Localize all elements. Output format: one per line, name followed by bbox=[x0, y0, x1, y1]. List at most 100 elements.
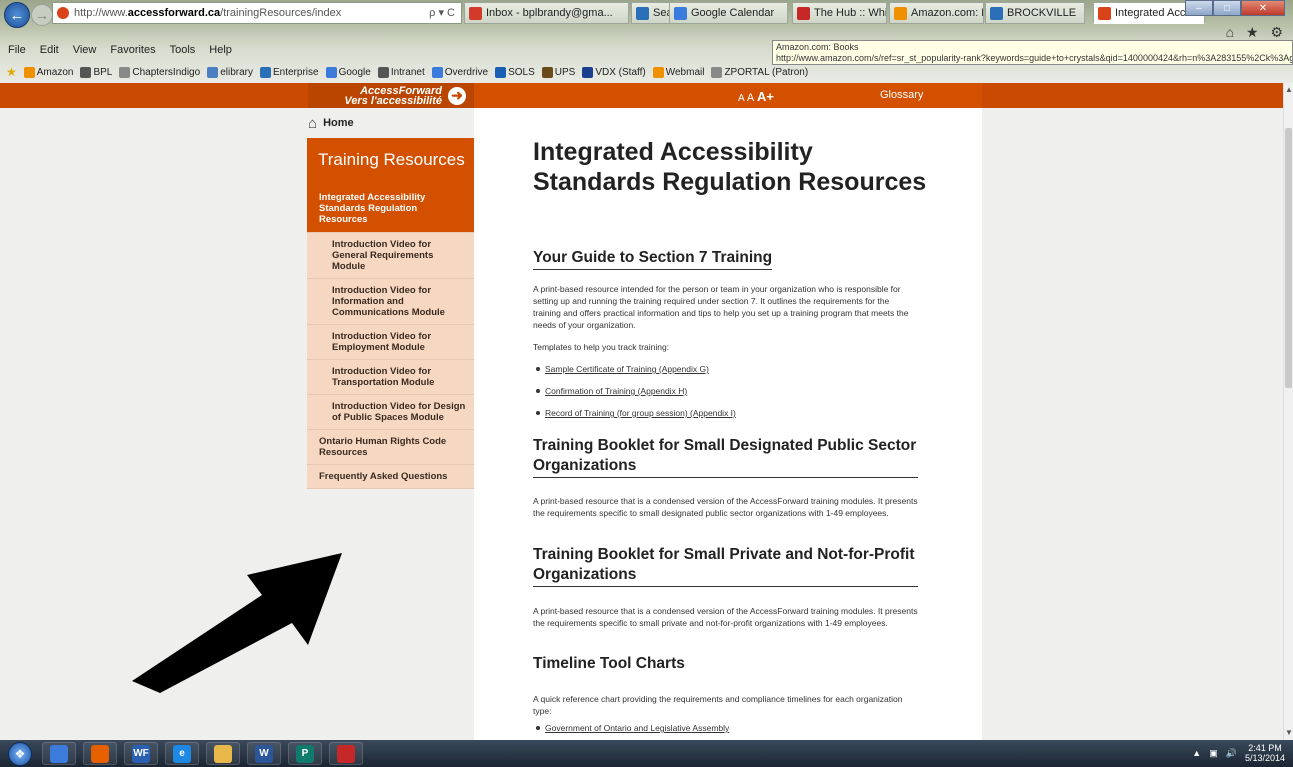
favorite-link[interactable]: BPL bbox=[80, 66, 112, 78]
volume-icon[interactable]: 🔊 bbox=[1226, 748, 1237, 759]
text-size-small-button[interactable]: A bbox=[738, 93, 744, 104]
scroll-down-icon[interactable]: ▼ bbox=[1284, 728, 1293, 738]
menu-tools[interactable]: Tools bbox=[170, 44, 196, 60]
app-glyph bbox=[337, 744, 355, 763]
tab-2[interactable]: Google Calendar bbox=[669, 2, 788, 24]
favorite-label: VDX (Staff) bbox=[595, 66, 646, 78]
public-sector-description: A print-based resource that is a condens… bbox=[533, 496, 918, 518]
address-tools[interactable]: ρ ▾ C bbox=[429, 6, 455, 19]
sidebar-item-faq[interactable]: Frequently Asked Questions bbox=[307, 465, 474, 489]
word-icon[interactable]: W bbox=[247, 742, 281, 765]
sidebar-subitem-video-2[interactable]: Introduction Video for Employment Module bbox=[307, 325, 474, 360]
add-favorites-star-icon[interactable]: ★ bbox=[6, 65, 17, 79]
start-button[interactable]: ❖ bbox=[8, 742, 32, 766]
favorite-link[interactable]: Amazon bbox=[23, 66, 73, 78]
globe-icon bbox=[990, 6, 1003, 20]
app-glyph: W bbox=[255, 744, 273, 763]
section7-description: A print-based resource intended for the … bbox=[533, 284, 909, 330]
page-viewport: AccessForward Vers l'accessibilité ➜ A A… bbox=[0, 83, 1283, 740]
favorite-link[interactable]: ZPORTAL (Patron) bbox=[711, 66, 808, 78]
tab-4[interactable]: Amazon.com: Books× bbox=[889, 2, 984, 24]
menu-favorites[interactable]: Favorites bbox=[110, 44, 155, 60]
file-explorer-icon[interactable] bbox=[42, 742, 76, 765]
logo-line2: Vers l'accessibilité bbox=[344, 94, 442, 107]
sidebar-subitem-video-0[interactable]: Introduction Video for General Requireme… bbox=[307, 233, 474, 279]
pointer-arrow-annotation bbox=[132, 553, 342, 693]
favorite-link[interactable]: elibrary bbox=[207, 66, 253, 78]
favorite-link[interactable]: Overdrive bbox=[431, 66, 488, 78]
menu-file[interactable]: File bbox=[8, 44, 26, 60]
scrollbar-thumb[interactable] bbox=[1285, 128, 1292, 388]
internet-explorer-icon[interactable]: e bbox=[165, 742, 199, 765]
timeline-link-list: Government of Ontario and Legislative As… bbox=[533, 722, 729, 740]
tab-label: Inbox - bplbrandy@gma... bbox=[486, 7, 613, 19]
sidebar-item-iasr-resources[interactable]: Integrated Accessibility Standards Regul… bbox=[307, 184, 474, 233]
tab-0[interactable]: Inbox - bplbrandy@gma... bbox=[464, 2, 629, 24]
menu-help[interactable]: Help bbox=[209, 44, 232, 60]
link-government-of-ontario[interactable]: Government of Ontario and Legislative As… bbox=[545, 723, 729, 733]
tab-5[interactable]: BROCKVILLE bbox=[985, 2, 1085, 24]
favorite-link[interactable]: Google bbox=[325, 66, 371, 78]
maximize-button[interactable]: □ bbox=[1213, 0, 1241, 16]
sidebar: ⌂ Home Training Resources Integrated Acc… bbox=[307, 108, 474, 489]
back-button[interactable]: ← bbox=[4, 2, 30, 28]
wordperfect-icon[interactable]: WF bbox=[124, 742, 158, 765]
scroll-up-icon[interactable]: ▲ bbox=[1284, 85, 1293, 95]
menu-edit[interactable]: Edit bbox=[40, 44, 59, 60]
section-heading-section7[interactable]: Your Guide to Section 7 Training bbox=[533, 248, 773, 270]
minimize-button[interactable]: – bbox=[1185, 0, 1213, 16]
link-confirmation-appendix-h[interactable]: Confirmation of Training (Appendix H) bbox=[545, 386, 687, 396]
favorite-link[interactable]: Enterprise bbox=[259, 66, 319, 78]
favorite-label: Enterprise bbox=[272, 66, 319, 78]
close-window-button[interactable]: ✕ bbox=[1241, 0, 1285, 16]
tooltip-url: http://www.amazon.com/s/ref=sr_st_popula… bbox=[776, 53, 1293, 63]
favorite-link[interactable]: Intranet bbox=[377, 66, 425, 78]
folder-icon[interactable] bbox=[206, 742, 240, 765]
firefox-icon[interactable] bbox=[83, 742, 117, 765]
link-certificate-appendix-g[interactable]: Sample Certificate of Training (Appendix… bbox=[545, 364, 709, 374]
menu-view[interactable]: View bbox=[73, 44, 97, 60]
favorite-icon bbox=[431, 66, 443, 78]
favorite-icon bbox=[23, 66, 35, 78]
sidebar-subitem-video-4[interactable]: Introduction Video for Design of Public … bbox=[307, 395, 474, 430]
page-scrollbar[interactable]: ▲ ▼ bbox=[1283, 83, 1293, 740]
favorite-link[interactable]: ChaptersIndigo bbox=[119, 66, 200, 78]
sidebar-item-human-rights-code[interactable]: Ontario Human Rights Code Resources bbox=[307, 430, 474, 465]
glossary-link[interactable]: Glossary bbox=[880, 89, 923, 101]
sidebar-subitem-video-1[interactable]: Introduction Video for Information and C… bbox=[307, 279, 474, 325]
tab-3[interactable]: The Hub :: Whitehots bbox=[792, 2, 887, 24]
publisher-icon[interactable]: P bbox=[288, 742, 322, 765]
home-favorites-tools-icons[interactable]: ⌂ ★ ⚙ bbox=[1226, 24, 1287, 41]
tooltip-title: Amazon.com: Books bbox=[776, 42, 859, 52]
logo-arrow-icon: ➜ bbox=[448, 86, 466, 105]
templates-link-list: Sample Certificate of Training (Appendix… bbox=[533, 363, 736, 429]
tab-label: Amazon.com: Books bbox=[911, 7, 983, 19]
network-icon[interactable]: ▣ bbox=[1209, 748, 1218, 759]
list-item: Confirmation of Training (Appendix H) bbox=[533, 385, 736, 397]
logo-line1: AccessForward bbox=[360, 84, 442, 97]
favorite-icon bbox=[259, 66, 271, 78]
forward-button[interactable]: → bbox=[31, 4, 53, 26]
sidebar-top-items: Ontario Human Rights Code Resources Frequ… bbox=[307, 430, 474, 489]
text-size-medium-button[interactable]: A bbox=[747, 92, 754, 104]
section-heading-public-sector[interactable]: Training Booklet for Small Designated Pu… bbox=[533, 436, 918, 478]
favorite-label: Google bbox=[338, 66, 371, 78]
tab-label: The Hub :: Whitehots bbox=[814, 7, 886, 19]
favorite-link[interactable]: UPS bbox=[541, 66, 575, 78]
favorite-link[interactable]: Webmail bbox=[652, 66, 704, 78]
section-heading-private-sector[interactable]: Training Booklet for Small Private and N… bbox=[533, 545, 918, 587]
templates-label: Templates to help you track training: bbox=[533, 342, 670, 352]
windows-taskbar: ❖ WF e W P ▲ ▣ 🔊 2:41 PM 5/13/2014 bbox=[0, 740, 1293, 767]
acrobat-icon[interactable] bbox=[329, 742, 363, 765]
favorite-link[interactable]: VDX (Staff) bbox=[582, 66, 646, 78]
sidebar-subitem-video-3[interactable]: Introduction Video for Transportation Mo… bbox=[307, 360, 474, 395]
clock[interactable]: 2:41 PM 5/13/2014 bbox=[1245, 743, 1285, 763]
tray-arrow-icon[interactable]: ▲ bbox=[1192, 748, 1201, 758]
address-bar[interactable]: http://www.accessforward.ca/trainingReso… bbox=[52, 2, 462, 24]
link-record-appendix-i[interactable]: Record of Training (for group session) (… bbox=[545, 408, 736, 418]
text-size-large-button[interactable]: A+ bbox=[757, 89, 774, 104]
accessforward-logo[interactable]: AccessForward Vers l'accessibilité ➜ bbox=[308, 83, 474, 108]
app-glyph: WF bbox=[132, 744, 150, 763]
favorite-link[interactable]: SOLS bbox=[495, 66, 535, 78]
home-link[interactable]: ⌂ Home bbox=[307, 108, 474, 138]
